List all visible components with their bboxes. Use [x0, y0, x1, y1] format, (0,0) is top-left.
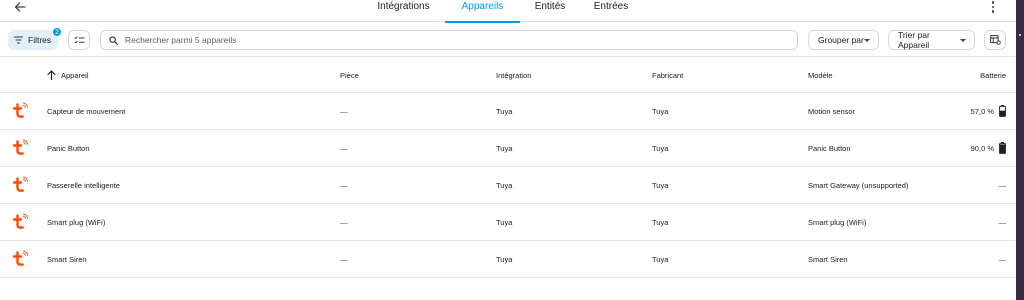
select-mode-icon: [73, 36, 84, 44]
table-row[interactable]: Capteur de mouvement — Tuya Tuya Motion …: [0, 93, 1016, 130]
battery-icon: [999, 142, 1006, 154]
side-edge-marker: [1019, 34, 1021, 36]
header-room[interactable]: Pièce: [340, 57, 359, 93]
group-by-label: Grouper par: [818, 35, 864, 45]
tab-helpers[interactable]: Entrées: [580, 0, 642, 22]
device-manufacturer: Tuya: [652, 254, 669, 264]
tuya-logo-icon: [12, 176, 29, 192]
filters-count-badge: 2: [52, 27, 62, 37]
sort-by-dropdown[interactable]: Trier par Appareil: [888, 30, 975, 50]
table-settings-icon: [989, 35, 1001, 45]
device-room: —: [340, 106, 348, 116]
more-options-button[interactable]: [987, 0, 999, 14]
sort-by-label: Trier par Appareil: [898, 30, 930, 50]
tuya-logo-icon: [12, 250, 29, 266]
tuya-logo-icon: [12, 213, 29, 229]
header-device-label: Appareil: [61, 70, 89, 80]
header-battery[interactable]: Batterie: [980, 57, 1006, 93]
header-model[interactable]: Modèle: [808, 57, 833, 93]
device-integration: Tuya: [496, 106, 513, 116]
page: Intégrations Appareils Entités Entrées F…: [0, 0, 1024, 300]
back-arrow-icon: [14, 2, 26, 12]
caret-down-icon: [960, 38, 966, 42]
tuya-logo-icon: [12, 102, 29, 118]
table-row[interactable]: Smart Siren — Tuya Tuya Smart Siren —: [0, 241, 1016, 278]
battery-icon: [999, 105, 1006, 117]
tab-devices[interactable]: Appareils: [445, 0, 520, 23]
table-row[interactable]: Passerelle intelligente — Tuya Tuya Smar…: [0, 167, 1016, 204]
device-room: —: [340, 217, 348, 227]
table-header-row: Appareil Pièce Intégration Fabricant Mod…: [0, 56, 1016, 93]
device-room: —: [340, 180, 348, 190]
device-model: Smart plug (WiFi): [808, 217, 867, 227]
selection-mode-button[interactable]: [68, 30, 90, 50]
device-name: Panic Button: [47, 143, 90, 153]
device-manufacturer: Tuya: [652, 106, 669, 116]
device-model: Motion sensor: [808, 106, 856, 116]
side-window-edge: [1016, 0, 1024, 300]
tab-bar: Intégrations Appareils Entités Entrées: [362, 0, 642, 23]
battery-value: 57,0 %: [970, 106, 994, 116]
device-name: Passerelle intelligente: [47, 180, 120, 190]
sort-arrow-up-icon: [47, 70, 56, 80]
device-integration: Tuya: [496, 217, 513, 227]
device-battery: —: [998, 254, 1007, 264]
device-manufacturer: Tuya: [652, 217, 669, 227]
device-room: —: [340, 254, 348, 264]
device-integration: Tuya: [496, 143, 513, 153]
device-battery: 57,0 %: [971, 93, 1006, 129]
search-field[interactable]: [100, 30, 798, 50]
device-model: Panic Button: [808, 143, 851, 153]
tab-integrations[interactable]: Intégrations: [362, 0, 445, 22]
device-integration: Tuya: [496, 180, 513, 190]
top-bar: Intégrations Appareils Entités Entrées: [0, 0, 1016, 23]
tuya-logo-icon: [12, 139, 29, 155]
more-vert-icon: [991, 1, 995, 4]
device-name: Smart plug (WiFi): [47, 217, 106, 227]
device-model: Smart Gateway (unsupported): [808, 180, 909, 190]
search-icon: [109, 35, 118, 45]
table-row[interactable]: Smart plug (WiFi) — Tuya Tuya Smart plug…: [0, 204, 1016, 241]
device-integration: Tuya: [496, 254, 513, 264]
device-battery: —: [998, 217, 1007, 227]
device-model: Smart Siren: [808, 254, 848, 264]
table-settings-button[interactable]: [984, 30, 1006, 50]
filters-button[interactable]: Filtres: [8, 30, 58, 50]
device-room: —: [340, 143, 348, 153]
device-manufacturer: Tuya: [652, 180, 669, 190]
devices-table: Appareil Pièce Intégration Fabricant Mod…: [0, 56, 1016, 278]
device-manufacturer: Tuya: [652, 143, 669, 153]
filter-icon: [14, 36, 23, 44]
search-input[interactable]: [125, 35, 725, 45]
header-device[interactable]: Appareil: [47, 57, 89, 93]
group-by-dropdown[interactable]: Grouper par: [808, 30, 879, 50]
header-manufacturer[interactable]: Fabricant: [652, 57, 683, 93]
filters-label: Filtres: [28, 35, 52, 45]
device-name: Capteur de mouvement: [47, 106, 126, 116]
header-integration[interactable]: Intégration: [496, 57, 531, 93]
device-battery: —: [998, 180, 1007, 190]
device-name: Smart Siren: [47, 254, 87, 264]
caret-down-icon: [864, 38, 870, 42]
back-button[interactable]: [10, 0, 30, 14]
device-battery: 90,0 %: [971, 130, 1006, 166]
table-row[interactable]: Panic Button — Tuya Tuya Panic Button 90…: [0, 130, 1016, 167]
devices-panel: Intégrations Appareils Entités Entrées F…: [0, 0, 1016, 300]
tab-entities[interactable]: Entités: [520, 0, 580, 22]
battery-value: 90,0 %: [970, 143, 994, 153]
